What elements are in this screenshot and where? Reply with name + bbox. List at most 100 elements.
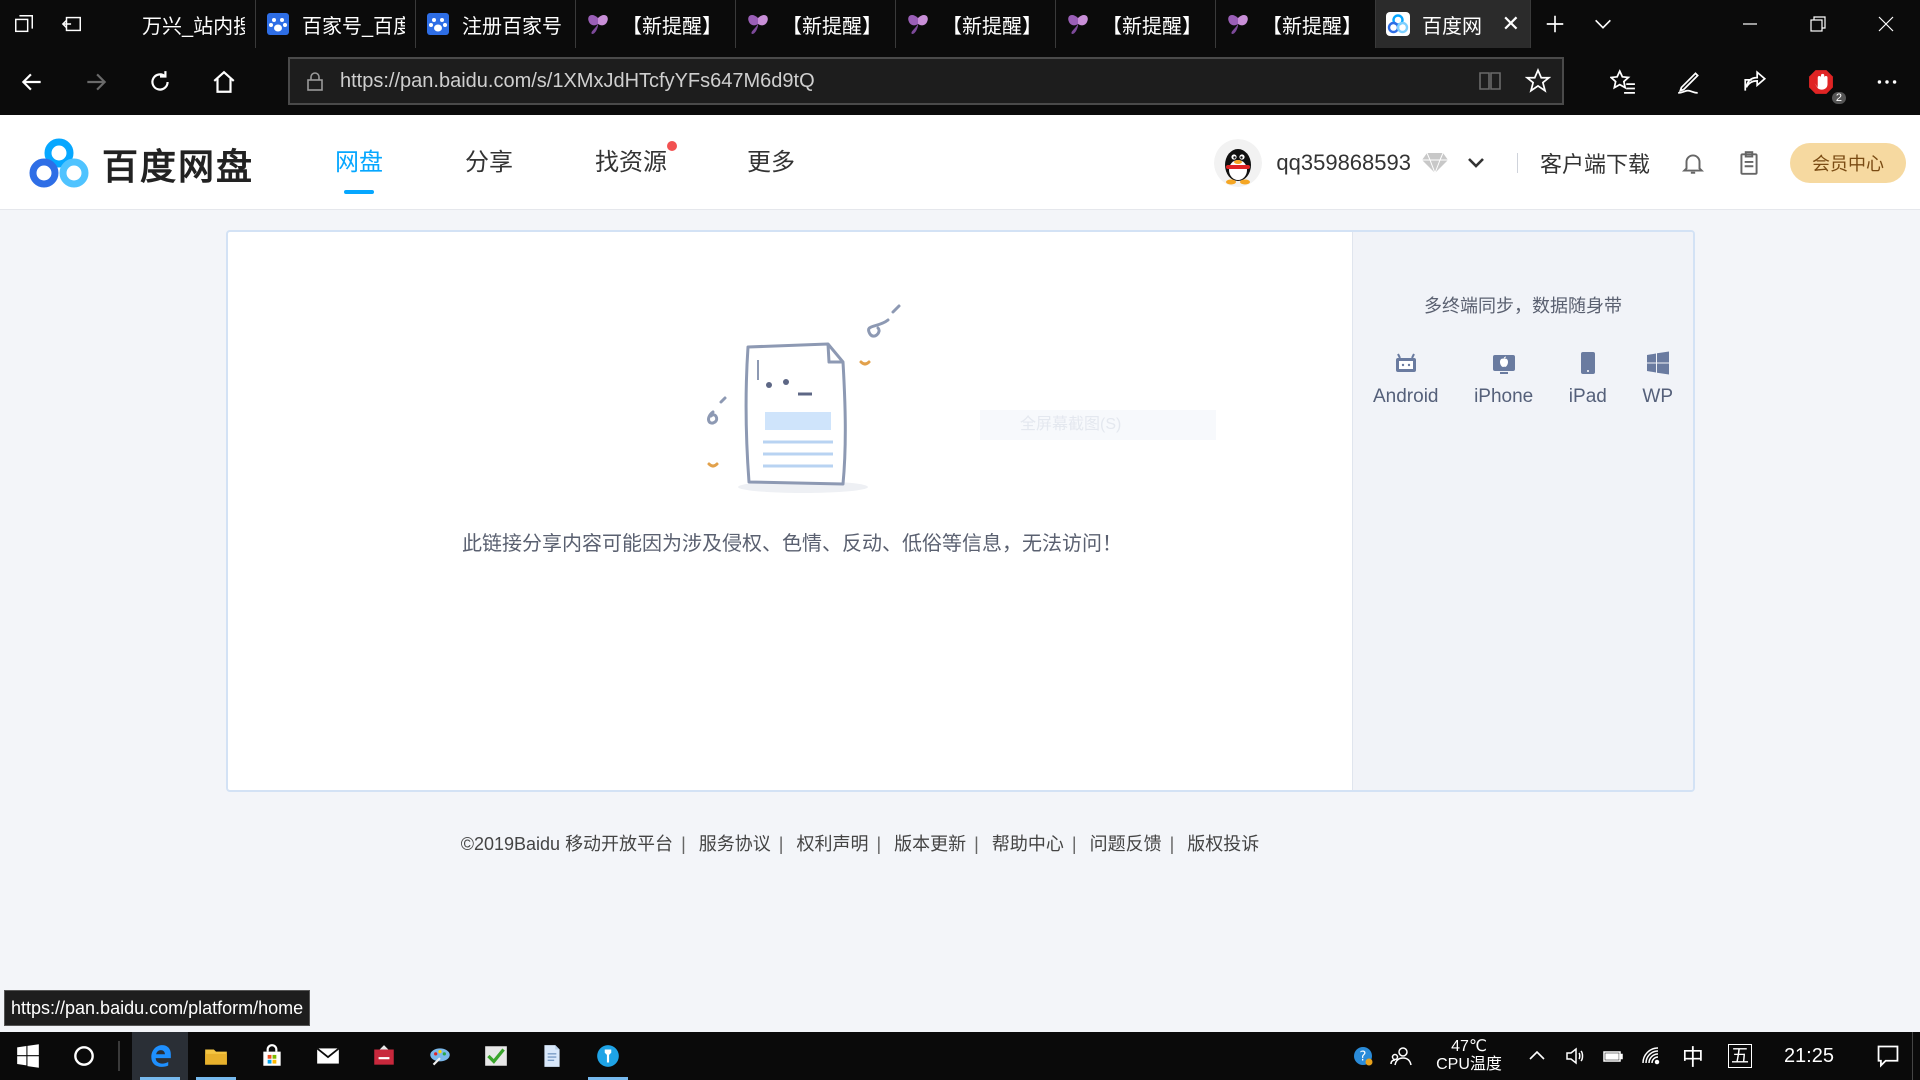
browser-tab[interactable]: 百家号_百度 xyxy=(256,0,416,48)
platform-wp[interactable]: WP xyxy=(1642,350,1673,408)
blue-app-icon[interactable] xyxy=(580,1032,636,1080)
butterfly-icon xyxy=(1226,12,1250,36)
cpu-temperature-widget[interactable]: 47℃ CPU温度 xyxy=(1436,1038,1502,1074)
taskbar: ? 47℃ CPU温度 中 五 21:25 xyxy=(0,1032,1920,1080)
logo-text: 百度网盘 xyxy=(102,146,255,187)
pen-notes-icon[interactable] xyxy=(1656,54,1722,110)
close-tab-icon[interactable]: ✕ xyxy=(1502,11,1520,37)
nav-item-netdisk[interactable]: 网盘 xyxy=(335,115,383,210)
adblock-extension-icon[interactable]: 2 xyxy=(1788,54,1854,110)
nav-item-more[interactable]: 更多 xyxy=(747,115,795,210)
site-header: 百度网盘 网盘 分享 找资源 更多 qq359868593 客户端下载 会员中心 xyxy=(0,115,1920,210)
chevron-down-icon[interactable] xyxy=(1465,152,1487,174)
user-area: qq359868593 客户端下载 会员中心 xyxy=(1214,115,1906,210)
vip-center-button[interactable]: 会员中心 xyxy=(1790,142,1906,183)
store-icon[interactable] xyxy=(244,1032,300,1080)
browser-tab[interactable]: 【新提醒】 xyxy=(736,0,896,48)
tab-title: 【新提醒】 xyxy=(1102,15,1202,38)
more-menu-icon[interactable] xyxy=(1854,54,1920,110)
tab-preview-chevron-icon[interactable] xyxy=(1579,0,1627,48)
footer-link[interactable]: 移动开放平台 xyxy=(565,834,673,854)
refresh-icon[interactable] xyxy=(128,54,192,110)
file-explorer-icon[interactable] xyxy=(188,1032,244,1080)
set-tabs-aside-icon[interactable] xyxy=(48,0,96,48)
android-icon xyxy=(1395,353,1416,372)
multi-device-panel: 多终端同步，数据随身带 Android iPhone iPad WP xyxy=(1352,232,1693,790)
browser-tab[interactable]: 【新提醒】 xyxy=(1056,0,1216,48)
footer-link[interactable]: 帮助中心 xyxy=(992,834,1064,854)
url-text[interactable]: https://pan.baidu.com/s/1XMxJdHTcfyYFs64… xyxy=(340,70,1466,93)
share-error-card: 全屏幕截图(S) 此链接分享内容可能因为涉及侵权、色情、反动、低俗等信息，无法访… xyxy=(226,230,1695,792)
platform-label: iPhone xyxy=(1474,386,1534,407)
browser-tab[interactable]: 万兴_站内搜 xyxy=(96,0,256,48)
tab-title: 百度网 xyxy=(1422,15,1482,38)
address-bar[interactable]: https://pan.baidu.com/s/1XMxJdHTcfyYFs64… xyxy=(288,57,1564,105)
browser-tab-active[interactable]: 百度网 ✕ xyxy=(1376,0,1531,48)
cpu-temp-value: 47℃ xyxy=(1451,1038,1487,1055)
platform-iphone[interactable]: iPhone xyxy=(1474,350,1533,408)
taskbar-divider xyxy=(118,1041,120,1071)
battery-icon[interactable] xyxy=(1594,1045,1632,1067)
apple-icon xyxy=(1492,355,1515,374)
footer-link[interactable]: 服务协议 xyxy=(699,834,771,854)
platform-ipad[interactable]: iPad xyxy=(1569,350,1607,408)
new-tab-icon[interactable] xyxy=(1531,0,1579,48)
windows-icon xyxy=(1646,351,1669,375)
back-icon[interactable] xyxy=(0,54,64,110)
paint-brush-app-icon[interactable] xyxy=(412,1032,468,1080)
green-check-app-icon[interactable] xyxy=(468,1032,524,1080)
clipboard-icon[interactable] xyxy=(1736,150,1762,176)
share-icon[interactable] xyxy=(1722,54,1788,110)
footer-link[interactable]: 问题反馈 xyxy=(1090,834,1162,854)
ime-language[interactable]: 中 xyxy=(1682,1040,1704,1072)
main-nav: 网盘 分享 找资源 更多 xyxy=(335,115,877,210)
tab-title: 【新提醒】 xyxy=(942,15,1042,38)
show-desktop-button[interactable] xyxy=(1912,1032,1920,1080)
footer-link[interactable]: 版本更新 xyxy=(894,834,966,854)
forward-icon[interactable] xyxy=(64,54,128,110)
wifi-icon[interactable] xyxy=(1632,1045,1670,1067)
avatar[interactable] xyxy=(1214,138,1263,187)
system-tray: ? 47℃ CPU温度 中 五 21:25 xyxy=(1344,1032,1920,1080)
mail-icon[interactable] xyxy=(300,1032,356,1080)
clock[interactable]: 21:25 xyxy=(1784,1045,1834,1068)
help-badge-icon[interactable]: ? xyxy=(1344,1045,1382,1067)
cortana-icon[interactable] xyxy=(56,1032,112,1080)
restore-icon[interactable] xyxy=(1784,0,1852,48)
edge-icon[interactable] xyxy=(132,1032,188,1080)
blank-page-icon xyxy=(106,12,130,36)
nav-item-share[interactable]: 分享 xyxy=(465,115,513,210)
browser-tab[interactable]: 【新提醒】 xyxy=(576,0,736,48)
baidu-paw-icon xyxy=(266,12,290,36)
notification-dot xyxy=(667,141,677,151)
tab-manager-icon[interactable] xyxy=(0,0,48,48)
notepad-icon[interactable] xyxy=(524,1032,580,1080)
footer-link[interactable]: 权利声明 xyxy=(796,834,868,854)
site-footer: ©2019Baidu 移动开放平台 | 服务协议 | 权利声明 | 版本更新 | 帮助中… xyxy=(460,834,1260,854)
bell-icon[interactable] xyxy=(1680,150,1706,176)
chevron-up-icon[interactable] xyxy=(1518,1045,1556,1067)
platform-label: WP xyxy=(1642,386,1673,407)
close-window-icon[interactable] xyxy=(1852,0,1920,48)
start-icon[interactable] xyxy=(0,1032,56,1080)
site-logo[interactable]: 百度网盘 xyxy=(28,137,254,191)
nav-item-find-resources[interactable]: 找资源 xyxy=(595,115,677,210)
favorite-star-icon[interactable] xyxy=(1514,68,1562,94)
platform-android[interactable]: Android xyxy=(1373,350,1439,408)
volume-icon[interactable] xyxy=(1556,1045,1594,1067)
minimize-icon[interactable] xyxy=(1716,0,1784,48)
red-app-icon[interactable] xyxy=(356,1032,412,1080)
username[interactable]: qq359868593 xyxy=(1276,150,1411,176)
action-center-icon[interactable] xyxy=(1864,1043,1912,1069)
people-icon[interactable] xyxy=(1382,1045,1420,1067)
client-download-link[interactable]: 客户端下载 xyxy=(1540,147,1650,179)
home-icon[interactable] xyxy=(192,54,256,110)
favorites-list-icon[interactable] xyxy=(1590,54,1656,110)
reading-view-icon[interactable] xyxy=(1466,70,1514,92)
tab-title: 万兴_站内搜 xyxy=(142,15,245,38)
browser-tab[interactable]: 【新提醒】 xyxy=(896,0,1056,48)
browser-tab[interactable]: 【新提醒】 xyxy=(1216,0,1376,48)
ime-mode[interactable]: 五 xyxy=(1727,1044,1752,1068)
footer-link[interactable]: 版权投诉 xyxy=(1187,834,1259,854)
browser-tab[interactable]: 注册百家号 xyxy=(416,0,576,48)
